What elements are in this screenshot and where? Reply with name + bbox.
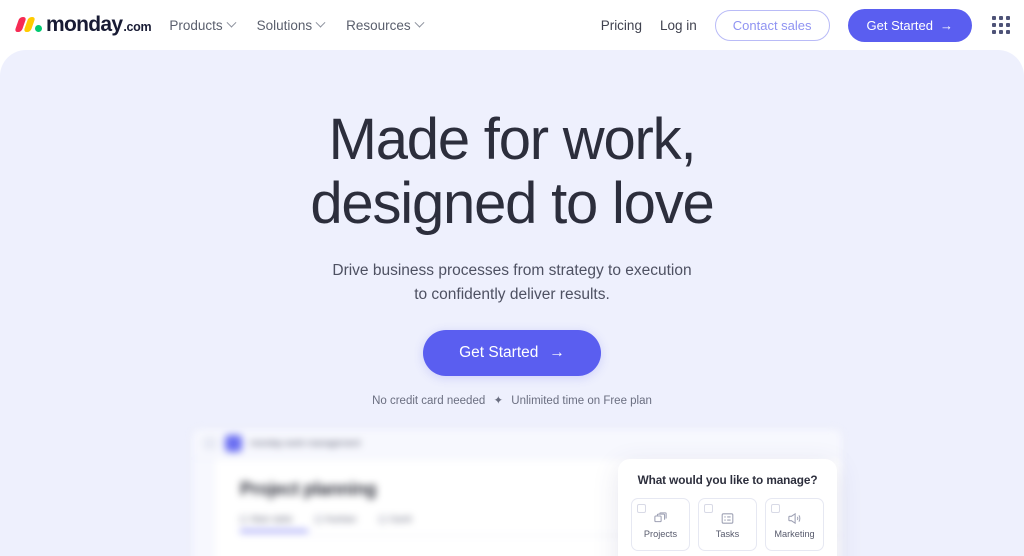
gantt-icon <box>378 515 386 523</box>
chevron-down-icon <box>414 17 425 28</box>
logo-wordmark: monday <box>46 13 123 36</box>
monday-logo[interactable]: monday .com <box>14 13 152 37</box>
monday-logo-icon <box>14 16 43 32</box>
nav-item-products[interactable]: Products <box>169 17 237 33</box>
top-navbar: monday .com Products Solutions Resources… <box>0 0 1024 50</box>
board-mock-tab-main-table: Main table <box>240 514 293 524</box>
manage-tile-marketing[interactable]: Marketing <box>765 498 824 551</box>
nav-item-resources-label: Resources <box>346 17 411 33</box>
board-mock-logo-icon <box>225 435 242 452</box>
board-mock-brand-suffix: work management <box>282 438 361 449</box>
hero-get-started-button[interactable]: Get Started → <box>423 329 601 376</box>
primary-nav-links: Products Solutions Resources <box>169 17 425 33</box>
logo-tld: .com <box>123 20 152 34</box>
kanban-icon <box>314 515 322 523</box>
table-icon <box>240 515 247 523</box>
hero-subtitle: Drive business processes from strategy t… <box>0 259 1024 307</box>
nav-item-products-label: Products <box>169 17 223 33</box>
board-mock-tab-kanban: Kanban <box>314 514 357 524</box>
manage-card-heading: What would you like to manage? <box>637 473 818 487</box>
hero-section: Made for work, designed to love Drive bu… <box>0 50 1024 556</box>
checkbox-marketing[interactable] <box>771 504 780 513</box>
board-mock-brand-name: monday <box>250 438 283 449</box>
board-mock-active-tab-underline <box>240 530 308 532</box>
nav-item-pricing[interactable]: Pricing <box>601 18 642 33</box>
board-mock-sidebar <box>192 459 214 556</box>
board-mock-topbar: monday work management <box>192 429 842 459</box>
manage-tile-label: Tasks <box>715 529 740 539</box>
secondary-nav-actions: Pricing Log in Contact sales Get Started… <box>601 8 1010 42</box>
board-mock-brand: monday work management <box>250 438 360 449</box>
nav-get-started-button[interactable]: Get Started → <box>847 8 972 42</box>
contact-sales-button[interactable]: Contact sales <box>714 9 830 41</box>
arrow-right-icon: → <box>549 343 565 361</box>
hero-subtitle-line-1: Drive business processes from strategy t… <box>332 261 692 279</box>
hero-get-started-label: Get Started <box>459 343 539 361</box>
tasks-checklist-icon <box>720 510 735 526</box>
megaphone-icon <box>787 510 802 526</box>
hero-subtitle-line-2: to confidently deliver results. <box>414 285 610 303</box>
checkbox-tasks[interactable] <box>704 504 713 513</box>
projects-stack-icon <box>653 510 668 526</box>
sparkle-icon: ✦ <box>493 394 504 407</box>
manage-tile-tasks[interactable]: Tasks <box>698 498 757 551</box>
chevron-down-icon <box>226 17 237 28</box>
nav-item-resources[interactable]: Resources <box>346 17 425 33</box>
manage-selection-card: What would you like to manage? Projects <box>618 459 837 556</box>
hamburger-icon <box>203 437 217 450</box>
manage-tile-label: Projects <box>643 529 678 539</box>
hero-fineprint: No credit card needed ✦ Unlimited time o… <box>0 393 1024 407</box>
manage-tile-label: Marketing <box>774 529 815 539</box>
fineprint-free-plan: Unlimited time on Free plan <box>511 394 652 407</box>
nav-item-solutions-label: Solutions <box>256 17 313 33</box>
hero-title-line-2: designed to love <box>310 170 714 236</box>
nav-item-solutions[interactable]: Solutions <box>256 17 326 33</box>
manage-tile-projects[interactable]: Projects <box>631 498 690 551</box>
hero-cta-wrap: Get Started → <box>0 329 1024 376</box>
manage-tile-grid: Projects Tasks Marketing <box>631 498 824 556</box>
hero-title-line-1: Made for work, <box>328 107 697 172</box>
checkbox-projects[interactable] <box>637 504 646 513</box>
nav-get-started-label: Get Started <box>866 17 933 33</box>
fineprint-no-credit-card: No credit card needed <box>372 394 486 407</box>
page-title: Made for work, designed to love <box>0 108 1024 236</box>
apps-grid-icon[interactable] <box>992 16 1010 34</box>
board-mock-tab-gantt: Gantt <box>378 514 412 524</box>
chevron-down-icon <box>315 17 326 28</box>
nav-item-login[interactable]: Log in <box>660 18 697 33</box>
arrow-right-icon: → <box>940 17 953 33</box>
